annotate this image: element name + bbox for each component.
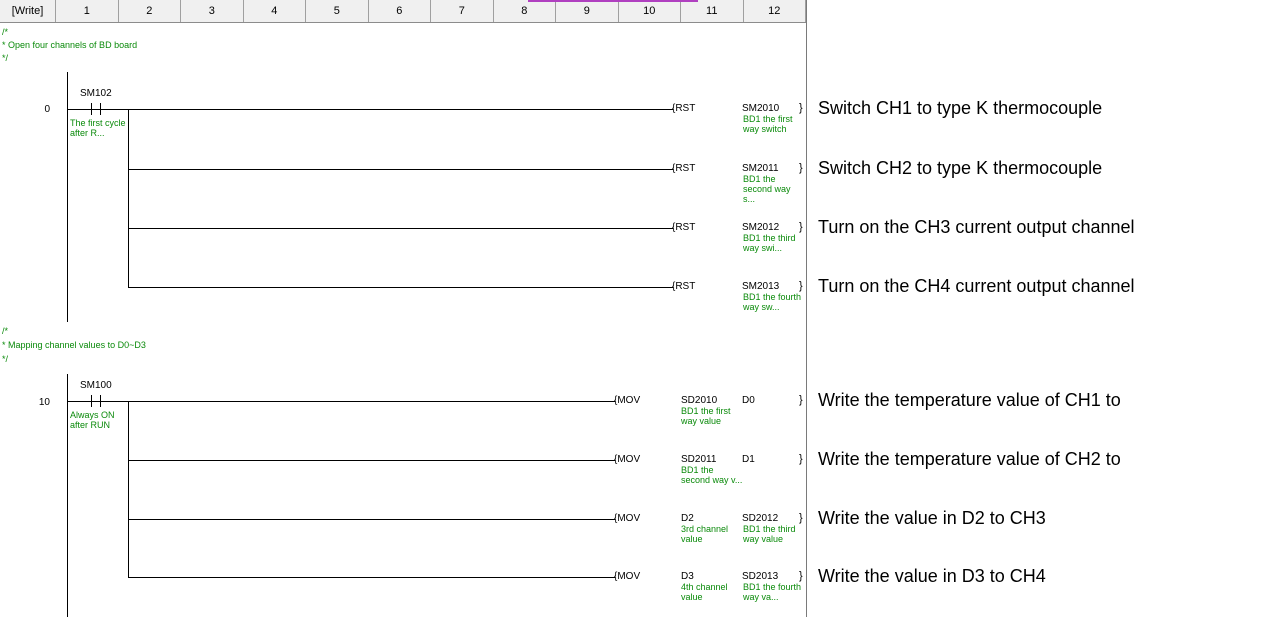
step-number: 0 bbox=[44, 104, 50, 115]
annotation-ch2: Switch CH2 to type K thermocouple bbox=[818, 158, 1103, 178]
column-header-2: 2 bbox=[119, 0, 181, 22]
instruction-end: } bbox=[799, 280, 803, 292]
comment-open: /* bbox=[2, 326, 9, 336]
rst-instruction[interactable]: {RST bbox=[672, 281, 695, 292]
instruction-end: } bbox=[799, 162, 803, 174]
ladder-editor[interactable]: [Write] 1 2 3 4 5 6 7 8 9 10 11 12 /* * … bbox=[0, 0, 807, 617]
write-mode-indicator[interactable]: [Write] bbox=[0, 0, 56, 22]
column-header-12: 12 bbox=[744, 0, 806, 22]
column-header-4: 4 bbox=[244, 0, 306, 22]
contact-device[interactable]: SM100 bbox=[80, 380, 112, 391]
column-header-8: 8 bbox=[494, 0, 556, 22]
mov-instruction[interactable]: {MOV bbox=[614, 454, 640, 465]
operand[interactable]: SM2010 bbox=[742, 103, 779, 114]
dest-operand[interactable]: D1 bbox=[742, 454, 755, 465]
column-header-10: 10 bbox=[619, 0, 681, 22]
operand-comment: BD1 the first way switch bbox=[743, 114, 793, 134]
rst-instruction[interactable]: {RST bbox=[672, 222, 695, 233]
rung-line bbox=[128, 519, 615, 520]
branch-line bbox=[128, 109, 129, 287]
column-header-6: 6 bbox=[369, 0, 431, 22]
column-header-9: 9 bbox=[556, 0, 619, 22]
source-comment: BD1 the first way value bbox=[681, 406, 731, 426]
operand[interactable]: SM2012 bbox=[742, 222, 779, 233]
operand-comment: BD1 the third way swi... bbox=[743, 233, 796, 253]
rung-line bbox=[67, 401, 615, 402]
source-comment: 3rd channel value bbox=[681, 524, 729, 544]
dest-comment: BD1 the fourth way va... bbox=[743, 582, 802, 602]
instruction-end: } bbox=[799, 102, 803, 114]
source-comment: BD1 the second way v... bbox=[681, 465, 743, 485]
annotation-mov-ch3: Write the value in D2 to CH3 bbox=[818, 508, 1046, 528]
contact-comment: The first cycle after R... bbox=[70, 118, 126, 138]
mov-instruction[interactable]: {MOV bbox=[614, 571, 640, 582]
annotation-mov-ch1: Write the temperature value of CH1 to bbox=[818, 390, 1121, 410]
source-operand[interactable]: D3 bbox=[681, 571, 694, 582]
dest-comment: BD1 the third way value bbox=[743, 524, 796, 544]
rung-line bbox=[67, 109, 673, 110]
instruction-end: } bbox=[799, 512, 803, 524]
source-operand[interactable]: D2 bbox=[681, 513, 694, 524]
rung-line bbox=[128, 228, 673, 229]
instruction-end: } bbox=[799, 394, 803, 406]
annotation-mov-ch2: Write the temperature value of CH2 to bbox=[818, 449, 1121, 469]
annotation-mov-ch4: Write the value in D3 to CH4 bbox=[818, 566, 1046, 586]
source-comment: 4th channel value bbox=[681, 582, 728, 602]
mov-instruction[interactable]: {MOV bbox=[614, 513, 640, 524]
step-number: 10 bbox=[38, 397, 50, 408]
rung-line bbox=[128, 287, 673, 288]
annotation-ch4: Turn on the CH4 current output channel bbox=[818, 276, 1135, 296]
dest-operand[interactable]: SD2012 bbox=[742, 513, 778, 524]
rung-line bbox=[128, 460, 615, 461]
source-operand[interactable]: SD2010 bbox=[681, 395, 717, 406]
column-header: [Write] 1 2 3 4 5 6 7 8 9 10 11 12 bbox=[0, 0, 806, 23]
annotation-ch1: Switch CH1 to type K thermocouple bbox=[818, 98, 1103, 118]
hyperlink-underline bbox=[528, 0, 698, 2]
operand-comment: BD1 the fourth way sw... bbox=[743, 292, 802, 312]
branch-line bbox=[128, 401, 129, 577]
source-operand[interactable]: SD2011 bbox=[681, 454, 716, 465]
comment-close: */ bbox=[2, 354, 9, 364]
operand[interactable]: SM2011 bbox=[742, 163, 779, 174]
contact-device[interactable]: SM102 bbox=[80, 88, 112, 99]
column-header-5: 5 bbox=[306, 0, 369, 22]
instruction-end: } bbox=[799, 570, 803, 582]
column-header-1: 1 bbox=[56, 0, 119, 22]
comment-close: */ bbox=[2, 53, 9, 63]
comment-open: /* bbox=[2, 27, 9, 37]
annotation-ch3: Turn on the CH3 current output channel bbox=[818, 217, 1135, 237]
operand[interactable]: SM2013 bbox=[742, 281, 779, 292]
column-header-3: 3 bbox=[181, 0, 244, 22]
rung-line bbox=[128, 577, 615, 578]
instruction-end: } bbox=[799, 453, 803, 465]
contact-comment: Always ON after RUN bbox=[70, 410, 115, 430]
dest-operand[interactable]: D0 bbox=[742, 395, 755, 406]
column-header-11: 11 bbox=[681, 0, 744, 22]
dest-operand[interactable]: SD2013 bbox=[742, 571, 778, 582]
block2-comment[interactable]: * Mapping channel values to D0~D3 bbox=[2, 340, 146, 350]
rung-line bbox=[128, 169, 673, 170]
operand-comment: BD1 the second way s... bbox=[743, 174, 791, 204]
block1-comment[interactable]: * Open four channels of BD board bbox=[2, 40, 137, 50]
column-header-7: 7 bbox=[431, 0, 494, 22]
rst-instruction[interactable]: {RST bbox=[672, 163, 695, 174]
rst-instruction[interactable]: {RST bbox=[672, 103, 695, 114]
instruction-end: } bbox=[799, 221, 803, 233]
mov-instruction[interactable]: {MOV bbox=[614, 395, 640, 406]
left-power-rail bbox=[67, 374, 68, 617]
